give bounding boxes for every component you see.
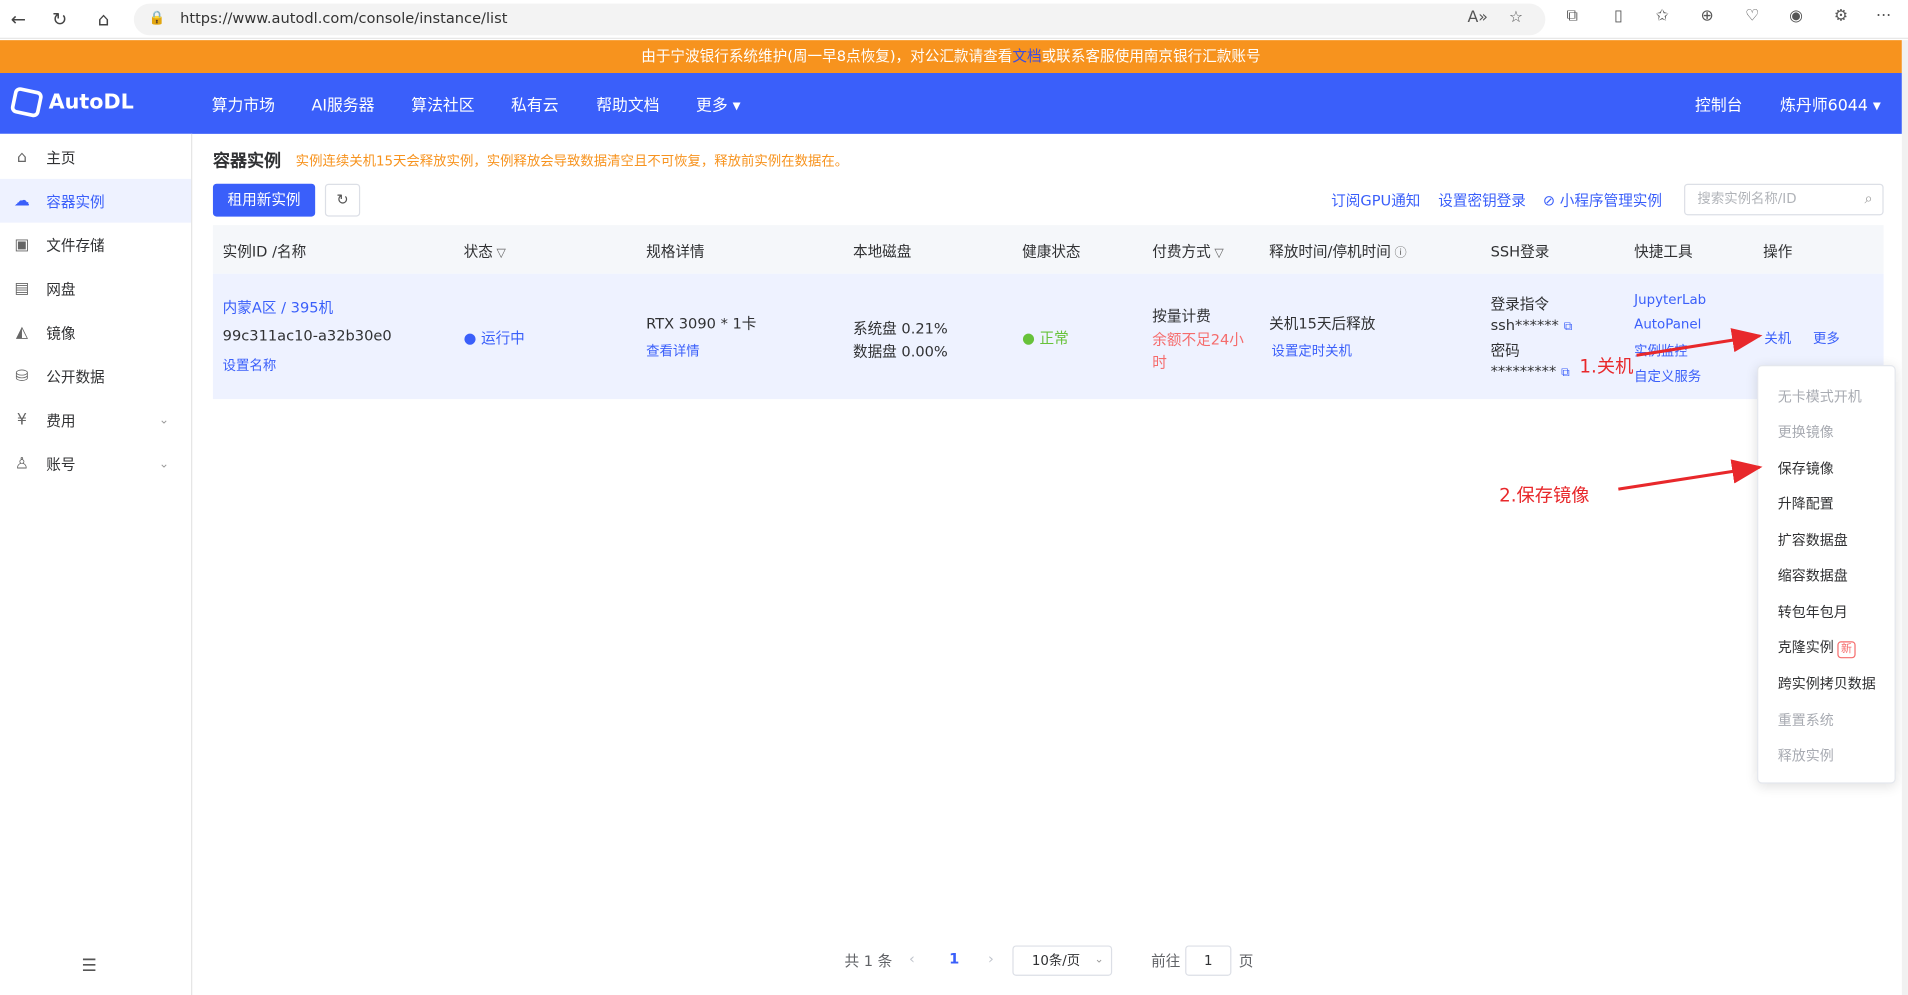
annotation-step2: 2.保存镜像 — [1499, 484, 1590, 507]
page-scrollbar[interactable] — [1901, 40, 1908, 995]
goto-page-input[interactable]: 1 — [1185, 945, 1232, 976]
prev-page-icon[interactable]: ‹ — [909, 950, 915, 967]
page-number[interactable]: 1 — [949, 950, 959, 967]
chevron-down-icon: ⌄ — [1094, 953, 1104, 967]
page-suffix: 页 — [1238, 952, 1254, 970]
page-size-value: 10条/页 — [1031, 952, 1081, 969]
arrow-to-shutdown — [1636, 328, 1763, 357]
goto-label: 前往 — [1151, 952, 1181, 970]
pagination-total: 共 1 条 — [844, 952, 893, 970]
annotation-step1: 1.关机 — [1579, 355, 1634, 378]
annotation-arrows — [1618, 328, 1763, 491]
page-size-select[interactable]: 10条/页 ⌄ — [1012, 945, 1113, 976]
next-page-icon[interactable]: › — [988, 950, 994, 967]
arrow-to-save-image — [1618, 459, 1763, 491]
